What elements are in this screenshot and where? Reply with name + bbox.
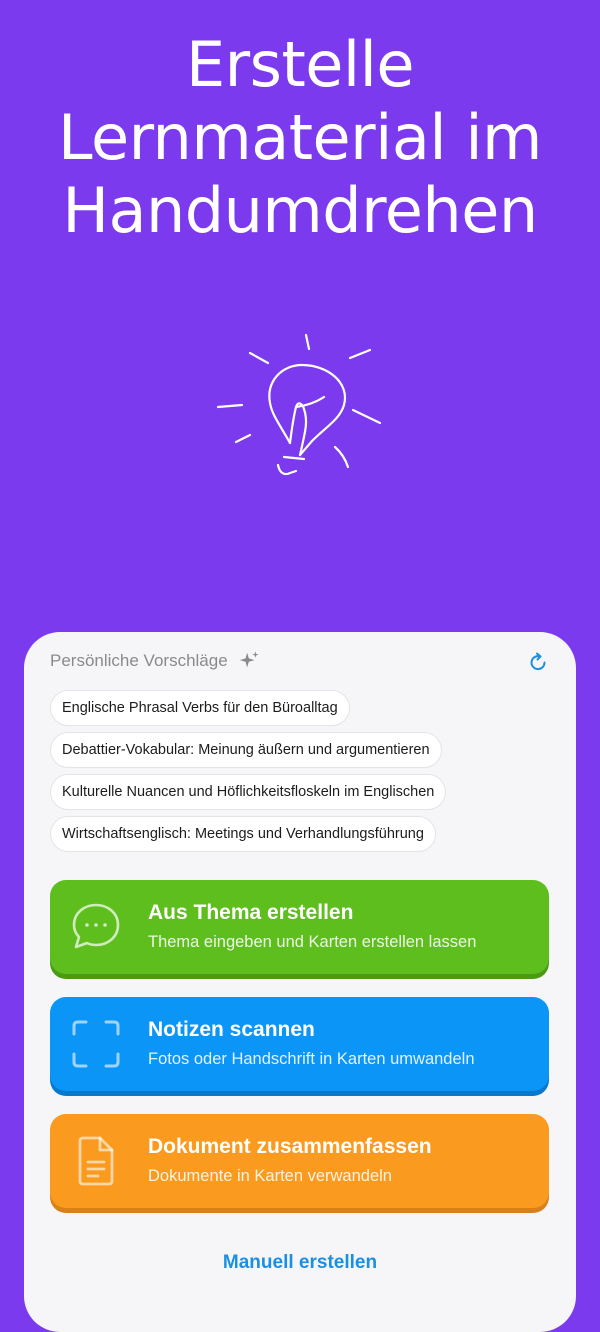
suggestion-chips: Englische Phrasal Verbs für den Büroallt… (50, 690, 550, 858)
suggestions-header: Persönliche Vorschläge (50, 650, 260, 672)
scan-notes-button[interactable]: Notizen scannen Fotos oder Handschrift i… (50, 997, 549, 1091)
page-title: Erstelle Lernmaterial im Handumdrehen (0, 28, 600, 247)
action-title: Aus Thema erstellen (148, 901, 354, 924)
headline-line-1: Erstelle (185, 28, 415, 101)
action-title: Notizen scannen (148, 1018, 315, 1041)
action-subtitle: Fotos oder Handschrift in Karten umwande… (148, 1050, 475, 1068)
summarize-document-button[interactable]: Dokument zusammenfassen Dokumente in Kar… (50, 1114, 549, 1208)
action-subtitle: Dokumente in Karten verwandeln (148, 1167, 392, 1185)
document-icon (78, 1136, 114, 1186)
headline-line-2: Lernmaterial im (58, 101, 542, 174)
sparkle-icon (239, 651, 259, 668)
refresh-icon[interactable] (526, 650, 550, 674)
lightbulb-icon (216, 333, 382, 476)
headline-line-3: Handumdrehen (62, 174, 538, 247)
suggestions-title: Persönliche Vorschläge (50, 651, 228, 670)
suggestion-chip[interactable]: Kulturelle Nuancen und Höflichkeitsflosk… (50, 774, 447, 810)
suggestion-chip[interactable]: Debattier-Vokabular: Meinung äußern und … (50, 732, 442, 768)
scan-frame-icon (72, 1020, 120, 1068)
suggestion-chip[interactable]: Wirtschaftsenglisch: Meetings und Verhan… (50, 816, 436, 852)
action-title: Dokument zusammenfassen (148, 1135, 432, 1158)
create-panel: Persönliche Vorschläge Englische Phrasal… (24, 632, 576, 1332)
manual-create-link[interactable]: Manuell erstellen (24, 1252, 576, 1274)
chat-bubble-icon (72, 903, 120, 949)
suggestion-chip[interactable]: Englische Phrasal Verbs für den Büroallt… (50, 690, 350, 726)
create-from-topic-button[interactable]: Aus Thema erstellen Thema eingeben und K… (50, 880, 549, 974)
action-subtitle: Thema eingeben und Karten erstellen lass… (148, 933, 477, 951)
